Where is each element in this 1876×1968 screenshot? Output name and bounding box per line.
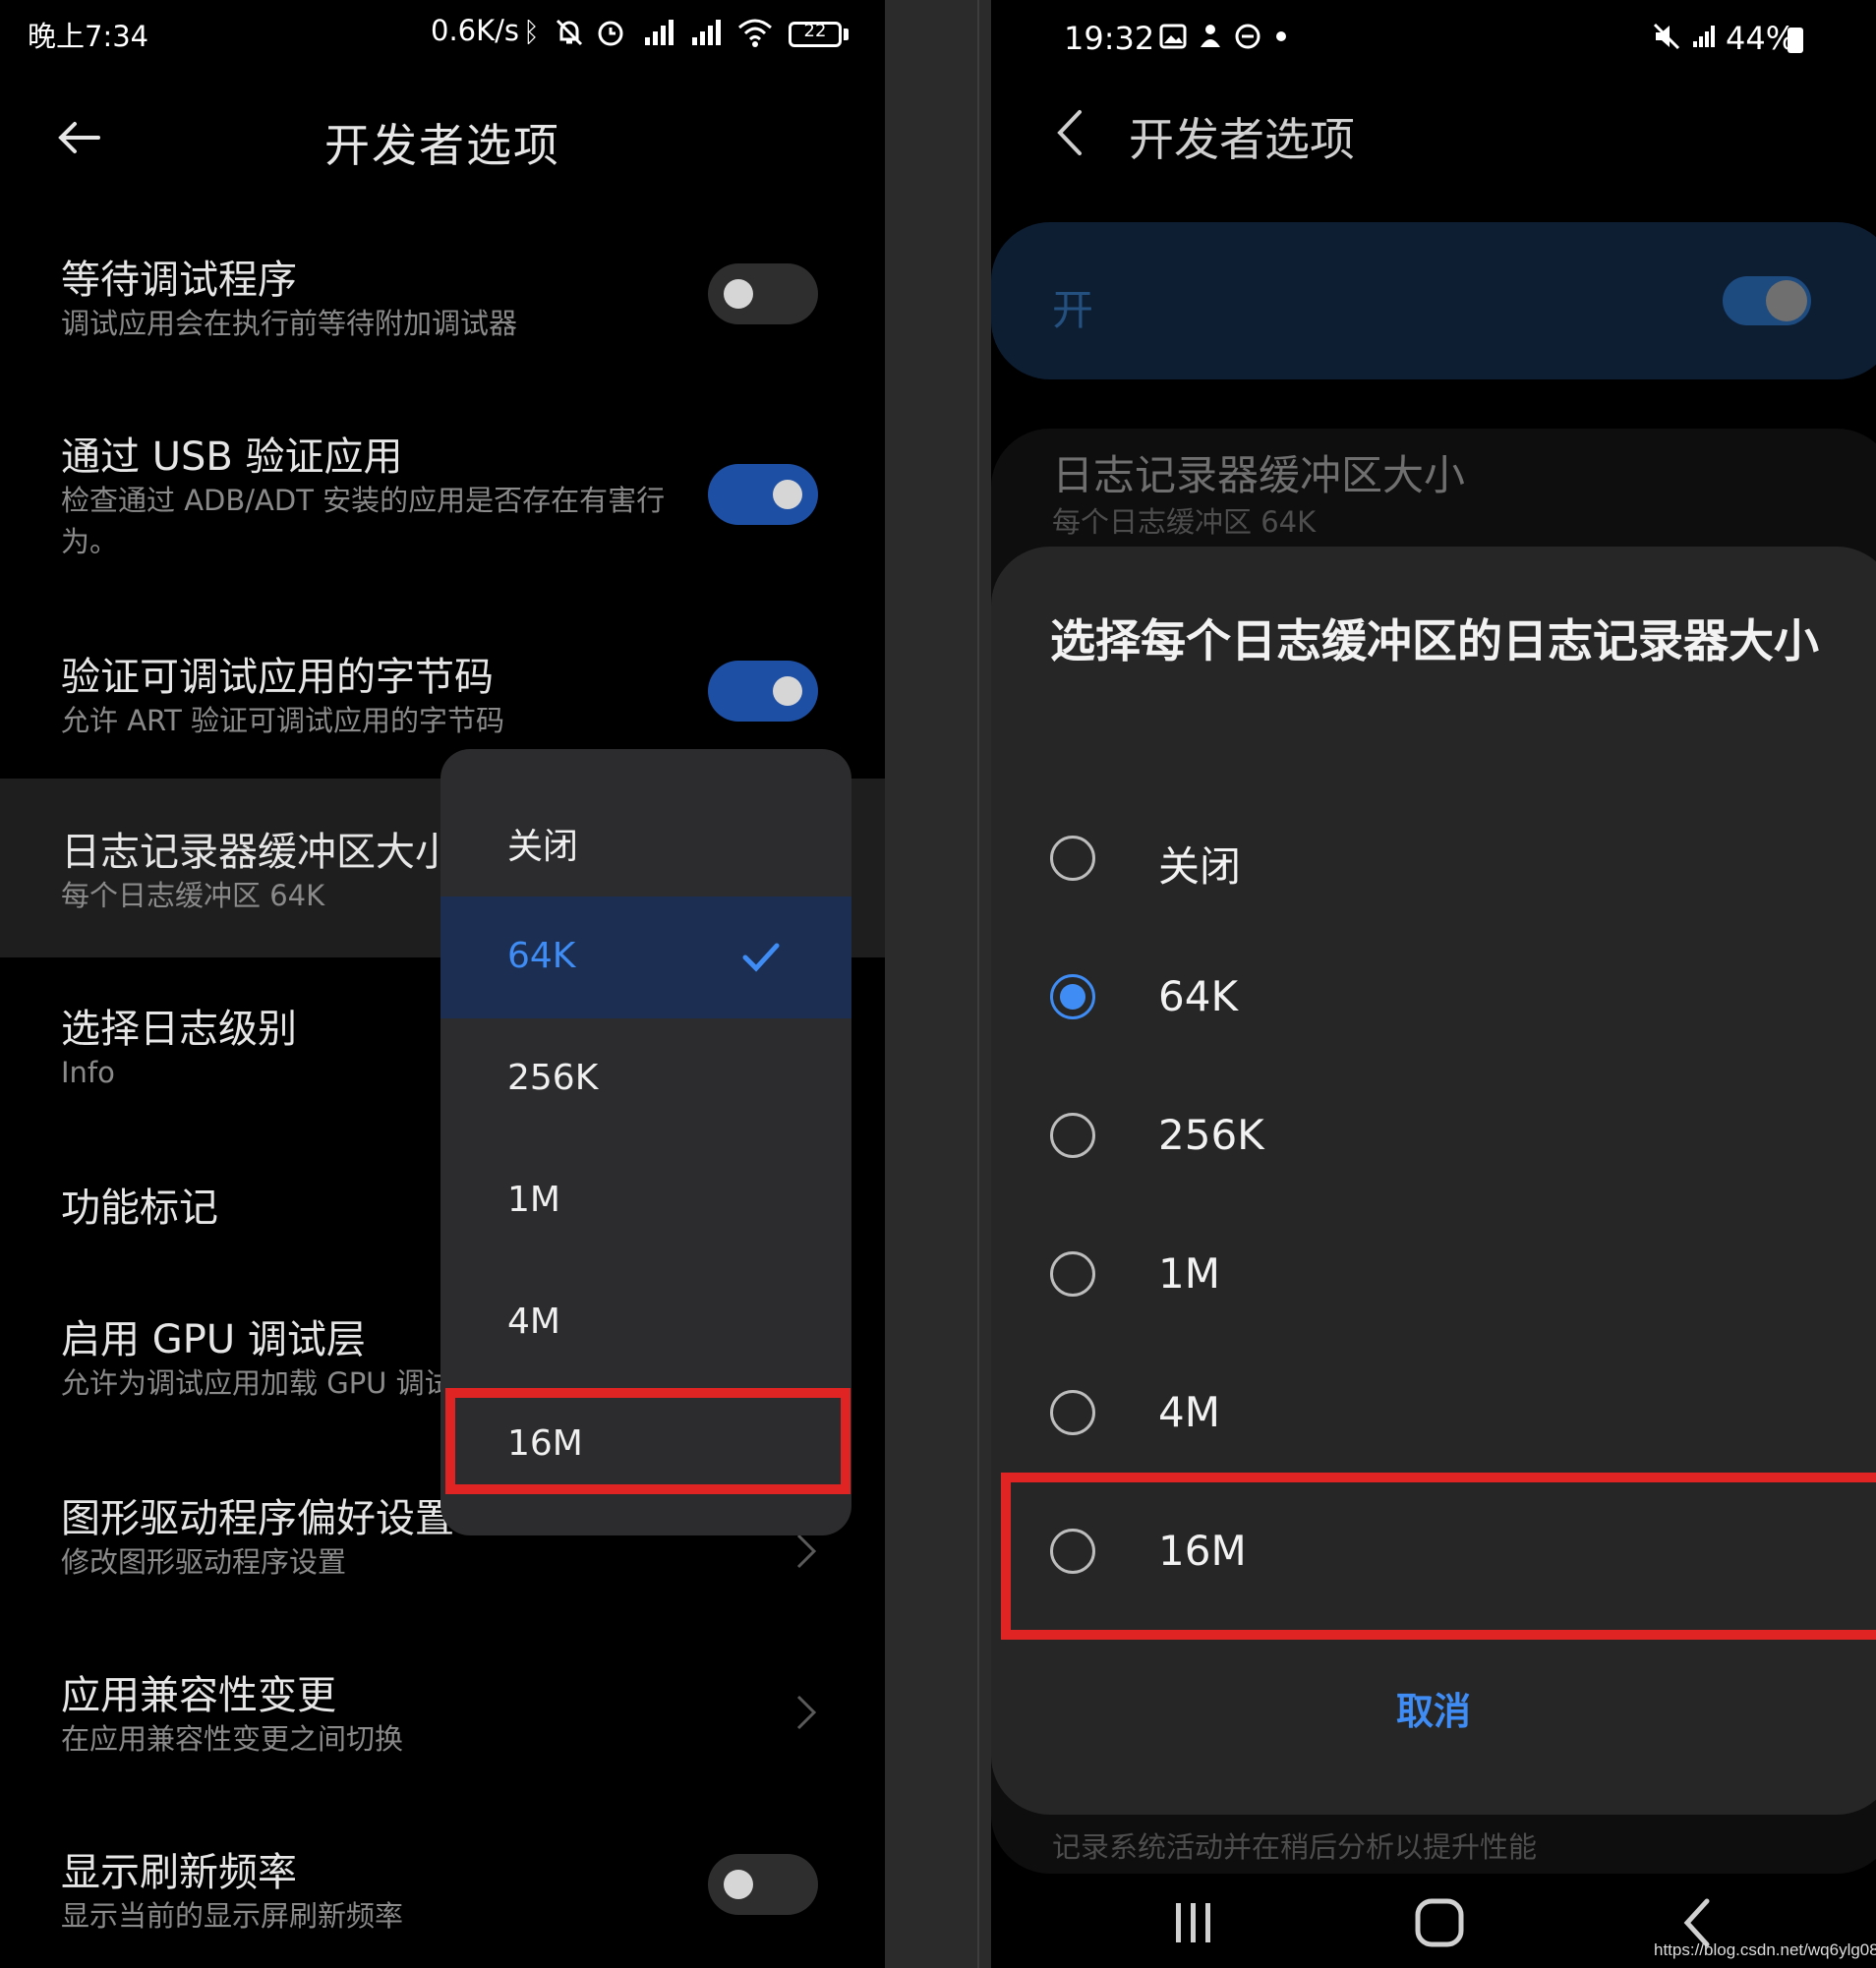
option-label: 关闭 <box>507 827 579 867</box>
dropdown-option-4m[interactable]: 4M <box>440 1262 851 1384</box>
hd-signal-icon <box>682 16 724 56</box>
master-toggle[interactable] <box>1723 276 1811 325</box>
option-label: 4M <box>1158 1388 1220 1436</box>
option-label: 关闭 <box>1158 842 1242 891</box>
highlight-box <box>1001 1473 1876 1640</box>
radio-option-1m[interactable]: 1M <box>991 1208 1876 1346</box>
setting-title: 日志记录器缓冲区大小 <box>1052 451 1466 499</box>
option-label: 4M <box>507 1302 560 1342</box>
radio-option-4m[interactable]: 4M <box>991 1347 1876 1484</box>
verify-bytecode-toggle[interactable] <box>708 661 818 722</box>
setting-subtitle: 调试应用会在执行前等待附加调试器 <box>61 307 518 340</box>
wait-debugger-toggle[interactable] <box>708 263 818 324</box>
radio-button[interactable] <box>1050 1390 1095 1435</box>
divider <box>885 0 991 1968</box>
dropdown-option-64k[interactable]: 64K <box>440 897 851 1018</box>
battery-level: 22 <box>803 21 827 41</box>
dropdown-option-1m[interactable]: 1M <box>440 1140 851 1262</box>
refresh-rate-toggle[interactable] <box>708 1854 818 1915</box>
cancel-button[interactable]: 取消 <box>991 1681 1876 1735</box>
dot-icon <box>1274 22 1288 58</box>
setting-subtitle: 检查通过 ADB/ADT 安装的应用是否存在有害行为。 <box>61 484 666 558</box>
chevron-right-icon <box>796 1695 817 1730</box>
status-time: 晚上7:34 <box>28 20 149 53</box>
alarm-icon <box>594 16 627 56</box>
option-label: 1M <box>507 1180 560 1220</box>
setting-title: 验证可调试应用的字节码 <box>61 655 494 700</box>
home-icon[interactable] <box>1410 1895 1469 1950</box>
option-label: 1M <box>1158 1249 1220 1298</box>
radio-button-checked[interactable] <box>1050 974 1095 1019</box>
back-chevron-icon[interactable] <box>1052 108 1085 157</box>
hd-signal-icon <box>635 16 676 56</box>
status-bar: 19:32 44% <box>991 18 1876 67</box>
battery-icon: 22 <box>789 21 842 47</box>
setting-title: 应用兼容性变更 <box>61 1673 336 1718</box>
radio-button[interactable] <box>1050 1251 1095 1297</box>
dnd-icon <box>1233 22 1262 58</box>
verify-usb-toggle[interactable] <box>708 464 818 525</box>
left-phone-screen: 晚上7:34 0.6K/s ᛒ 22 开发者选项 等待调试程序 调试应用会在执行… <box>0 0 885 1968</box>
battery-tip <box>844 29 849 40</box>
network-speed: 0.6K/s <box>431 14 520 47</box>
setting-title: 选择日志级别 <box>61 1007 297 1052</box>
setting-verify-bytecode[interactable]: 验证可调试应用的字节码 允许 ART 验证可调试应用的字节码 <box>0 645 885 753</box>
setting-title: 启用 GPU 调试层 <box>61 1317 366 1362</box>
dropdown-option-256k[interactable]: 256K <box>440 1018 851 1140</box>
radio-option-64k[interactable]: 64K <box>991 931 1876 1069</box>
watermark: https://blog.csdn.net/wq6ylg08 <box>1654 1940 1876 1959</box>
setting-subtitle: 显示当前的显示屏刷新频率 <box>61 1899 404 1933</box>
setting-subtitle: 修改图形驱动程序设置 <box>61 1545 347 1579</box>
setting-title: 日志记录器缓冲区大小 <box>61 830 454 875</box>
option-label: 64K <box>507 936 576 976</box>
image-icon <box>1158 22 1188 58</box>
setting-subtitle: 记录系统活动并在稍后分析以提升性能 <box>1052 1830 1538 1864</box>
status-bar: 晚上7:34 0.6K/s ᛒ 22 <box>0 14 885 61</box>
developer-options-master-switch[interactable]: 开 <box>991 222 1876 379</box>
setting-app-compat[interactable]: 应用兼容性变更 在应用兼容性变更之间切换 <box>0 1663 885 1771</box>
status-time: 19:32 <box>1064 20 1155 57</box>
radio-button[interactable] <box>1050 836 1095 881</box>
setting-title: 等待调试程序 <box>61 258 297 303</box>
bluetooth-icon: ᛒ <box>523 16 540 48</box>
radio-option-256k[interactable]: 256K <box>991 1070 1876 1207</box>
radio-option-off[interactable]: 关闭 <box>991 792 1876 930</box>
setting-subtitle: 每个日志缓冲区 64K <box>1052 505 1317 539</box>
setting-title: 图形驱动程序偏好设置 <box>61 1496 454 1541</box>
wifi-icon <box>735 16 775 56</box>
mute-bell-icon <box>553 16 586 56</box>
option-label: 64K <box>1158 972 1238 1020</box>
battery-icon <box>1788 28 1803 53</box>
master-switch-label: 开 <box>1052 286 1094 334</box>
setting-subtitle: 在应用兼容性变更之间切换 <box>61 1722 404 1756</box>
radio-button[interactable] <box>1050 1113 1095 1158</box>
mute-icon <box>1652 22 1681 58</box>
back-arrow-icon[interactable] <box>51 110 106 165</box>
page-title: 开发者选项 <box>324 119 560 172</box>
recents-icon[interactable] <box>1164 1895 1223 1950</box>
setting-subtitle: 允许 ART 验证可调试应用的字节码 <box>61 704 505 737</box>
dialog-title: 选择每个日志缓冲区的日志记录器大小 <box>1050 614 1819 667</box>
bixby-icon <box>1196 22 1225 58</box>
setting-show-refresh-rate[interactable]: 显示刷新频率 显示当前的显示屏刷新频率 <box>0 1840 885 1948</box>
setting-title: 显示刷新频率 <box>61 1850 297 1895</box>
setting-wait-debugger[interactable]: 等待调试程序 调试应用会在执行前等待附加调试器 <box>0 248 885 356</box>
setting-verify-usb-apps[interactable]: 通过 USB 验证应用 检查通过 ADB/ADT 安装的应用是否存在有害行为。 <box>0 425 885 572</box>
right-phone-screen: 19:32 44% 开发者选项 开 日志记录器缓冲区大小 每个日志缓冲区 64K <box>991 0 1876 1968</box>
highlight-box <box>445 1388 850 1494</box>
checkmark-icon <box>742 943 780 972</box>
signal-icon <box>1689 22 1719 58</box>
battery-percentage: 44% <box>1726 20 1796 57</box>
dropdown-option-off[interactable]: 关闭 <box>440 779 851 900</box>
page-title: 开发者选项 <box>1129 113 1355 166</box>
setting-title: 功能标记 <box>61 1186 218 1231</box>
option-label: 256K <box>507 1058 599 1098</box>
chevron-right-icon <box>796 1534 817 1569</box>
setting-title: 通过 USB 验证应用 <box>61 434 403 480</box>
option-label: 256K <box>1158 1111 1264 1159</box>
